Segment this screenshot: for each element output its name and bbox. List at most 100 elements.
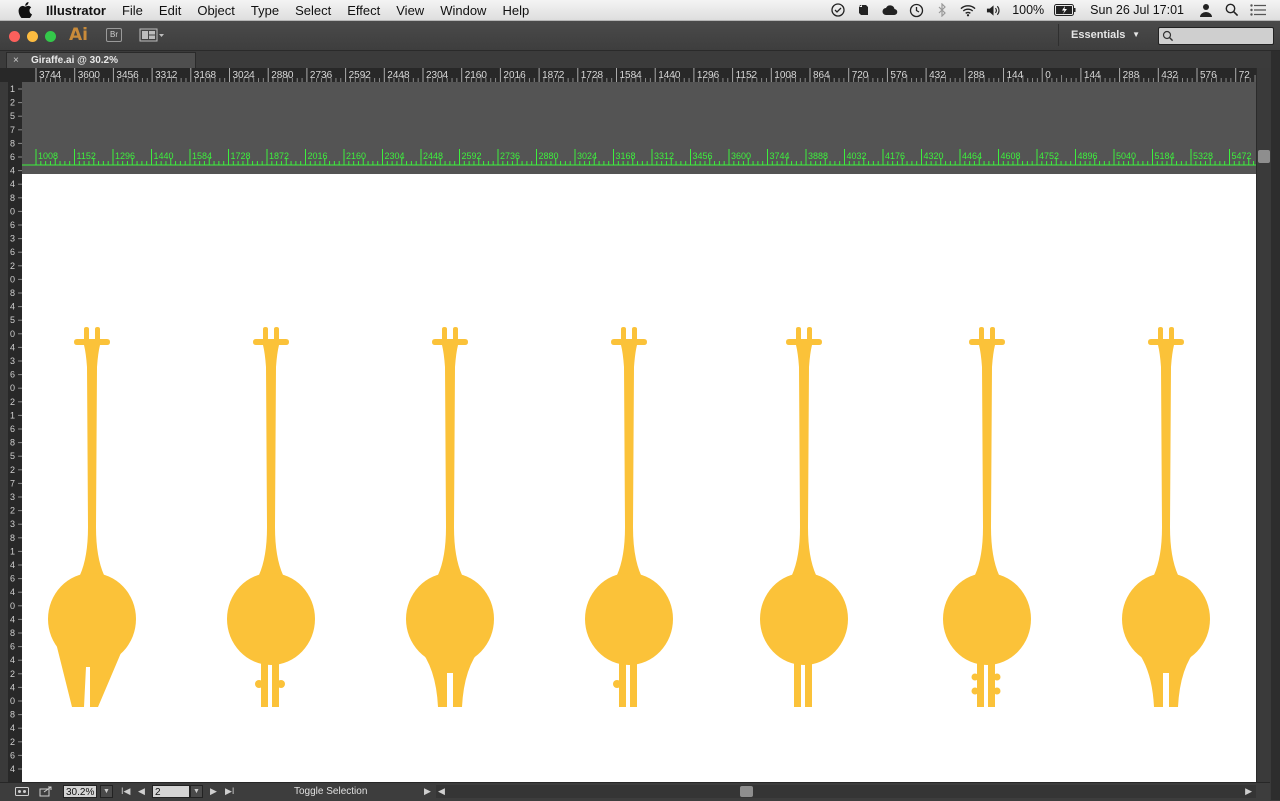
- guide-label: 4608: [1001, 151, 1021, 161]
- giraffe-neck: [1154, 345, 1178, 575]
- clock[interactable]: Sun 26 Jul 17:01: [1090, 3, 1184, 17]
- tab-close-icon[interactable]: ×: [13, 53, 19, 68]
- app-menu[interactable]: Illustrator: [46, 3, 106, 18]
- menu-file[interactable]: File: [122, 3, 143, 18]
- workspace-switcher[interactable]: Essentials ▼: [1058, 24, 1150, 46]
- status-menu-arrow[interactable]: ▶: [424, 785, 431, 798]
- time-machine-icon[interactable]: [908, 2, 924, 18]
- ruler-label: 432: [1161, 70, 1178, 81]
- giraffe-shape[interactable]: [581, 327, 677, 713]
- menu-help[interactable]: Help: [502, 3, 529, 18]
- ruler-label: 1296: [697, 70, 720, 81]
- apple-icon[interactable]: [18, 2, 32, 18]
- battery-percent: 100%: [1012, 3, 1045, 17]
- menu-window[interactable]: Window: [440, 3, 486, 18]
- ruler-label: 4: [10, 682, 15, 692]
- share-icon[interactable]: [39, 786, 53, 797]
- ruler-label: 2016: [503, 70, 526, 81]
- guide-label: 5328: [1193, 151, 1213, 161]
- ruler-label: 3: [10, 356, 15, 366]
- vertical-ruler[interactable]: 1 2 5 7 8 6 4 4 8 0 6 3 6 2 0 8 4 5 0 4 3 6 0 2 1 6 8 5 2 7 3 2 3 8 1 4 6 4 0 4…: [8, 82, 22, 782]
- search-icon: [1162, 30, 1174, 42]
- giraffe-shape[interactable]: [756, 327, 852, 713]
- document-tab[interactable]: × Giraffe.ai @ 30.2% (CMYK/Preview): [6, 52, 196, 81]
- giraffe-fill: [760, 327, 848, 707]
- menu-type[interactable]: Type: [251, 3, 279, 18]
- scroll-left-arrow[interactable]: ◀: [438, 785, 445, 798]
- artboard[interactable]: [22, 174, 1256, 782]
- bluetooth-icon[interactable]: [934, 2, 950, 18]
- creative-cloud-icon[interactable]: [882, 2, 898, 18]
- giraffe-shape[interactable]: [223, 327, 319, 713]
- giraffe-legs: [418, 647, 482, 707]
- giraffe-fill: [406, 327, 494, 707]
- ruler-label: 5: [10, 451, 15, 461]
- wifi-icon[interactable]: [960, 2, 976, 18]
- ruler-label: 1152: [736, 70, 758, 81]
- ruler-label: 6: [10, 574, 15, 584]
- notification-center-icon[interactable]: [1250, 2, 1266, 18]
- artboard-dropdown[interactable]: ▼: [190, 785, 203, 798]
- guide-label: 4752: [1039, 151, 1059, 161]
- vertical-scroll-thumb[interactable]: [1258, 150, 1270, 163]
- guide-label: 2592: [462, 151, 482, 161]
- ruler-label: 4: [10, 166, 15, 176]
- next-artboard-button[interactable]: ▶: [210, 785, 217, 798]
- canvas-pasteboard[interactable]: 1008 1152 1296 1440 1584 1728 1872 2016 2160 2304…: [22, 82, 1256, 782]
- ruler-label: 144: [1084, 70, 1101, 81]
- guide-label: 2160: [346, 151, 366, 161]
- ruler-label: 5: [10, 111, 15, 121]
- help-search-input[interactable]: [1158, 27, 1274, 45]
- bridge-button[interactable]: Br: [106, 28, 122, 42]
- checklist-icon[interactable]: [830, 2, 846, 18]
- scroll-right-arrow[interactable]: ▶: [1245, 785, 1252, 798]
- window-minimize-button[interactable]: [27, 31, 38, 42]
- last-artboard-button[interactable]: ▶I: [225, 785, 234, 798]
- ruler-label: 8: [10, 138, 15, 148]
- menu-object[interactable]: Object: [197, 3, 235, 18]
- giraffe-knee: [971, 687, 979, 695]
- artboard-number-field[interactable]: 2: [152, 785, 190, 798]
- ruler-origin[interactable]: [0, 68, 22, 82]
- status-toggle-selection[interactable]: Toggle Selection: [294, 783, 367, 801]
- ruler-label: 864: [813, 70, 830, 81]
- window-close-button[interactable]: [9, 31, 20, 42]
- giraffe-shape[interactable]: [402, 327, 498, 713]
- vertical-scrollbar[interactable]: [1256, 68, 1271, 782]
- chevron-down-icon: ▼: [1132, 30, 1140, 39]
- horizontal-scrollbar[interactable]: ◀ ▶: [436, 785, 1256, 798]
- giraffe-horn: [1158, 327, 1163, 339]
- evernote-icon[interactable]: [856, 2, 872, 18]
- giraffe-shape[interactable]: [44, 327, 140, 713]
- spotlight-icon[interactable]: [1224, 2, 1240, 18]
- zoom-level-field[interactable]: 30.2%: [63, 785, 97, 798]
- ruler-label: 0: [10, 601, 15, 611]
- menu-view[interactable]: View: [396, 3, 424, 18]
- arrange-documents-icon[interactable]: [139, 27, 165, 43]
- window-zoom-button[interactable]: [45, 31, 56, 42]
- horizontal-ruler[interactable]: 3744 3600 3456 3312 3168 3024 2880 2736 2592 2448…: [8, 68, 1256, 82]
- menu-edit[interactable]: Edit: [159, 3, 181, 18]
- ruler-label: 0: [10, 696, 15, 706]
- previous-artboard-button[interactable]: ◀: [138, 785, 145, 798]
- menu-effect[interactable]: Effect: [347, 3, 380, 18]
- giraffe-horn: [1169, 327, 1174, 339]
- giraffe-shape[interactable]: [1118, 327, 1214, 713]
- gpu-preview-icon[interactable]: [15, 786, 29, 797]
- giraffe-knee: [993, 673, 1001, 681]
- guide-label: 2448: [423, 151, 443, 161]
- menu-select[interactable]: Select: [295, 3, 331, 18]
- pasteboard-area: 1008 1152 1296 1440 1584 1728 1872 2016 2160 2304…: [22, 82, 1256, 174]
- giraffe-fill: [1122, 327, 1210, 707]
- horizontal-scroll-thumb[interactable]: [740, 786, 753, 797]
- first-artboard-button[interactable]: I◀: [121, 785, 130, 798]
- ruler-label: 8: [10, 710, 15, 720]
- zoom-dropdown[interactable]: ▼: [100, 785, 113, 798]
- menu-bar: Illustrator File Edit Object Type Select…: [0, 0, 1280, 21]
- giraffe-horn: [796, 327, 801, 339]
- ruler-label: 8: [10, 438, 15, 448]
- volume-icon[interactable]: [986, 2, 1002, 18]
- battery-icon[interactable]: [1054, 2, 1076, 18]
- giraffe-shape[interactable]: [939, 327, 1035, 713]
- user-icon[interactable]: [1198, 2, 1214, 18]
